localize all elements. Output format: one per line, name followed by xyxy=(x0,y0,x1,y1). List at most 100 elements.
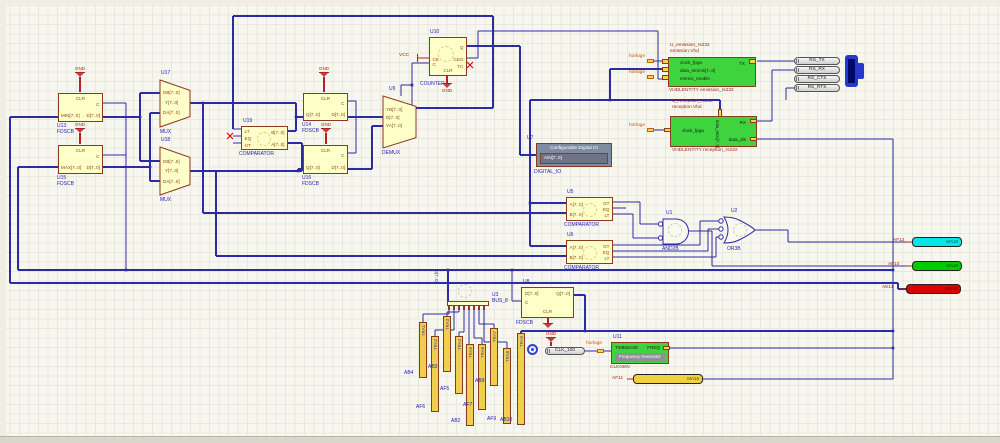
probe-yellow[interactable]: MA18 xyxy=(633,374,703,384)
vcc-text: VCC xyxy=(399,54,409,59)
net-label[interactable]: horloge xyxy=(629,71,645,76)
flipflop-u16[interactable]: CLR C Q[7..0] D[7..0] xyxy=(303,145,348,174)
designator: U7 xyxy=(527,136,533,141)
pin-stub xyxy=(662,67,669,72)
port-rs-tx[interactable]: RS_TX xyxy=(794,57,840,65)
bar-pin-label: AB9 xyxy=(475,379,484,384)
bus-tap xyxy=(458,306,461,310)
bar-pin-label: AF6 xyxy=(416,405,425,410)
gnd-symbol[interactable]: GND xyxy=(440,76,454,94)
pin-clock-fpga: clock_fpga xyxy=(682,128,704,133)
probe-red[interactable]: MA18 xyxy=(906,284,961,294)
pin-emmis-enable: emmis_enable xyxy=(680,76,710,81)
component-type: DIGITAL_IO xyxy=(534,170,561,175)
clock-wheel-icon[interactable] xyxy=(527,344,538,355)
flipflop-u13[interactable]: CLR C MIN[7..0] D[7..0] xyxy=(58,93,103,122)
comparator-u19[interactable]: LT EQ GT B[7..0] A[7..0] xyxy=(241,126,288,150)
port-clk100[interactable]: CLK_100 xyxy=(545,347,585,355)
schematic-canvas[interactable]: GND CLR C MIN[7..0] D[7..0] U13 FDSCB GN… xyxy=(0,0,1000,443)
gnd-symbol[interactable] xyxy=(541,318,555,328)
probe-cyan[interactable]: MA18 xyxy=(912,237,962,247)
fpga-pin-bar[interactable]: TRA7 xyxy=(490,328,498,386)
net-label[interactable]: horloge xyxy=(629,124,645,129)
digital-io-u7[interactable]: Configurable Digital IO AIN[7..0] xyxy=(536,143,612,167)
gear-icon xyxy=(668,223,682,237)
pin-tc: TC xyxy=(457,64,463,69)
fpga-pin-bar[interactable]: TRA2 xyxy=(431,336,439,412)
comparator-u5[interactable]: A[7..0] B[7..0] GT EQ LT xyxy=(566,197,613,221)
bus-tap xyxy=(473,306,476,310)
fpga-pin-bar[interactable]: TRA9 xyxy=(517,333,525,425)
gnd-symbol[interactable]: GND xyxy=(73,66,87,92)
designator: U16 xyxy=(302,176,311,181)
pin-eq: EQ xyxy=(603,207,610,212)
port-rs-rts[interactable]: RS_RTS xyxy=(794,84,840,92)
pin-q: Q[7..0] xyxy=(556,291,570,296)
pin-d: D[7..0] xyxy=(331,165,345,170)
fpga-pin-bar[interactable]: TRA3 xyxy=(443,316,451,372)
designator: U13 xyxy=(57,124,66,129)
component-type: OR3B xyxy=(727,247,741,252)
invert-bubble-icon xyxy=(719,235,723,239)
bus-label: D[7..0] xyxy=(434,270,439,283)
db9-connector-icon[interactable] xyxy=(845,55,865,87)
bar-pin-label: AF7 xyxy=(463,403,472,408)
emission-entity[interactable]: clock_fpga data_emmis[7..0] emmis_enable… xyxy=(668,57,756,87)
gear-icon xyxy=(458,284,472,298)
flipflop-u15[interactable]: CLR C MAX[7..0] D[7..0] xyxy=(58,145,103,174)
vcc-symbol[interactable] xyxy=(417,54,419,62)
gnd-symbol[interactable]: GND xyxy=(544,331,558,346)
bar-pin-label: AB10 xyxy=(500,418,512,423)
invert-bubble-icon xyxy=(658,222,662,226)
fpga-pin-bar[interactable]: TRA6 xyxy=(478,344,486,410)
pin-q: Q[7..0] xyxy=(306,165,320,170)
pin-d: D[7..0] xyxy=(86,113,100,118)
caption-text: Frequency Generator xyxy=(619,354,661,359)
pin-lt: LT xyxy=(245,129,250,134)
port-rs-rx[interactable]: RS_RX xyxy=(794,66,840,74)
pin-stub xyxy=(750,137,757,142)
pin-yb: YB[7..0] xyxy=(386,107,402,112)
flipflop-u8[interactable]: D[7..0] Q[7..0] C CLR xyxy=(521,287,574,318)
pin-d: D[7..0] xyxy=(386,115,400,120)
gnd-symbol[interactable]: GND xyxy=(73,122,87,144)
fpga-pin-bar[interactable]: TRA4 xyxy=(455,336,463,394)
fpga-pin-bar[interactable]: TRA1 xyxy=(419,322,427,378)
comparator-u6[interactable]: A[7..0] B[7..0] GT EQ LT xyxy=(566,240,613,264)
entity-file: reception.Vhd xyxy=(672,106,702,111)
pin-stub xyxy=(664,128,671,133)
port-rs-cts[interactable]: RS_CTS xyxy=(794,75,840,83)
gear-icon xyxy=(257,132,271,146)
pin-data-dis: data_dis xyxy=(729,137,746,142)
gnd-symbol[interactable]: GND xyxy=(317,66,331,92)
invert-bubble-icon xyxy=(719,227,723,231)
flipflop-u14[interactable]: CLR C Q[7..0] D[7..0] xyxy=(303,93,348,121)
designator: U1 xyxy=(666,211,672,216)
bar-name: TRA5 xyxy=(468,347,473,358)
pin-data-emmis: data_emmis[7..0] xyxy=(680,68,715,73)
timebase-u11[interactable]: TIMEBASE FREQ Frequency Generator xyxy=(611,342,669,364)
designator: U2 xyxy=(731,209,737,214)
bar-pin-label: AB4 xyxy=(404,371,413,376)
signal-wires[interactable] xyxy=(103,31,912,379)
port-label: RS_TX xyxy=(809,58,824,63)
pin-gt: GT xyxy=(603,244,609,249)
pin-max: MAX[7..0] xyxy=(61,165,81,170)
pin-ain: AIN[7..0] xyxy=(544,155,562,160)
gnd-symbol[interactable]: GND xyxy=(319,122,333,144)
port-label: RS_RX xyxy=(809,67,825,72)
net-label[interactable]: horloge xyxy=(629,55,645,60)
fpga-pin-bar[interactable]: TRA5 xyxy=(466,344,474,426)
net-flag-icon xyxy=(647,128,654,133)
gear-icon xyxy=(583,246,597,260)
pin-eq: EQ xyxy=(603,250,610,255)
probe-pin-label: AF11 xyxy=(612,377,623,382)
probe-green[interactable]: MA18 xyxy=(912,261,962,271)
entity-footer: VHDLENTITY reception_rs232 xyxy=(672,149,738,154)
net-label[interactable]: horloge xyxy=(586,342,602,347)
reception-entity[interactable]: clock_fpga RX data_dis data_recu[7..0] xyxy=(670,116,757,147)
pin-gt: GT xyxy=(603,201,609,206)
probe-pin-label: AE11 xyxy=(882,286,893,291)
counter-u10[interactable]: CE C Q CEO TC CLR xyxy=(429,37,467,76)
fpga-pin-bar[interactable]: TRA8 xyxy=(503,348,511,424)
